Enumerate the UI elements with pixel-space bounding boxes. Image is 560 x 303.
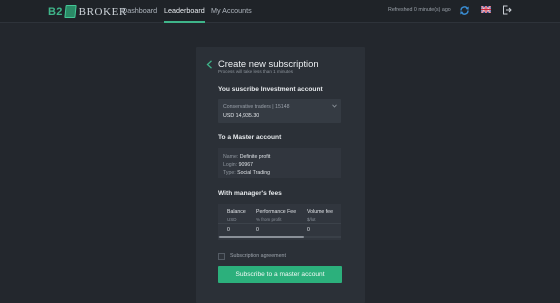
nav-leaderboard[interactable]: Leaderboard	[164, 0, 205, 23]
page-subtitle: Process will take less than 1 minutes	[218, 69, 294, 74]
logo-mark-icon	[63, 5, 77, 18]
master-type-row: Type: Social Trading	[223, 170, 270, 176]
chevron-down-icon	[332, 104, 337, 108]
fee-sub-balance: USD	[227, 217, 237, 222]
fee-header-volume: Volume fee	[307, 209, 333, 215]
master-login-value: 90967	[238, 162, 254, 168]
subscription-agreement[interactable]: Subscription agreement	[218, 252, 286, 260]
investment-section-title: You suscribe Investment account	[218, 86, 323, 93]
fee-column-performance: Performance Fee % from profit	[256, 209, 296, 222]
agreement-label[interactable]: Subscription agreement	[230, 253, 286, 259]
master-type-value: Social Trading	[237, 170, 271, 176]
master-name-key: Name:	[223, 154, 239, 160]
subscribe-button[interactable]: Subscribe to a master account	[218, 266, 342, 283]
agreement-checkbox[interactable]	[218, 252, 225, 260]
nav-my-accounts[interactable]: My Accounts	[211, 0, 252, 23]
fee-header-performance: Performance Fee	[256, 209, 297, 215]
create-subscription-card: Create new subscription Process will tak…	[196, 47, 365, 303]
top-navigation-bar: B2 BROKER Dashboard Leaderboard My Accou…	[0, 0, 560, 23]
investment-account-select[interactable]: Conservative traders | 15148 USD 14,935.…	[218, 99, 341, 123]
brand-name: BROKER	[78, 5, 127, 18]
uk-flag-icon[interactable]	[481, 6, 491, 13]
fee-value-volume: 0	[307, 227, 310, 233]
master-name-value: Definite profit	[239, 154, 271, 160]
investment-account-balance: USD 14,935.30	[223, 113, 260, 119]
refresh-status: Refreshed 0 minute(s) ago	[388, 7, 451, 13]
master-account-details: Name: Definite profit Login: 90967 Type:…	[218, 148, 341, 178]
master-section-title: To a Master account	[218, 134, 282, 141]
fee-column-volume: Volume fee $/lot	[307, 209, 333, 222]
fee-column-balance: Balance USD	[227, 209, 246, 222]
master-name-row: Name: Definite profit	[223, 154, 270, 160]
brand-prefix: B2	[48, 5, 63, 18]
fee-value-balance: 0	[227, 227, 230, 233]
brand-logo[interactable]: B2 BROKER	[48, 4, 127, 19]
fees-divider	[218, 223, 341, 224]
fees-scrollbar-thumb[interactable]	[219, 236, 304, 238]
logout-icon[interactable]	[502, 5, 512, 15]
investment-account-label: Conservative traders | 15148	[223, 104, 290, 110]
master-login-row: Login: 90967	[223, 162, 253, 168]
fee-header-balance: Balance	[227, 209, 246, 215]
fees-table: Balance USD Performance Fee % from profi…	[218, 204, 341, 240]
master-type-key: Type:	[223, 170, 236, 176]
fee-value-performance: 0	[256, 227, 259, 233]
chevron-left-icon[interactable]	[206, 60, 213, 69]
master-login-key: Login:	[223, 162, 238, 168]
fees-section-title: With manager's fees	[218, 190, 282, 197]
fee-sub-performance: % from profit	[256, 217, 282, 222]
page-title: Create new subscription	[218, 58, 319, 69]
nav-dashboard[interactable]: Dashboard	[122, 0, 157, 23]
refresh-icon[interactable]	[459, 5, 470, 16]
fee-sub-volume: $/lot	[307, 217, 316, 222]
